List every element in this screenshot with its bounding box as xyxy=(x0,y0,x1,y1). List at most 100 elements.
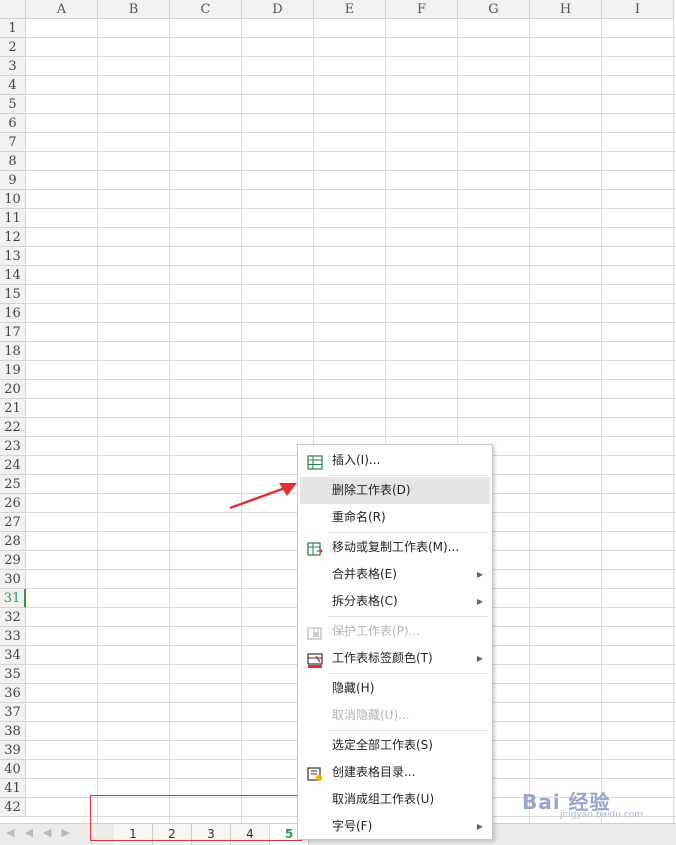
row-header-38[interactable]: 38 xyxy=(0,722,26,741)
row-header-8[interactable]: 8 xyxy=(0,152,26,171)
column-header-a[interactable]: A xyxy=(26,0,98,19)
menu-item-9: 取消隐藏(U)... xyxy=(298,702,492,729)
menu-item-label: 选定全部工作表(S) xyxy=(332,738,433,752)
sheet-context-menu: 插入(I)... 删除工作表(D) 重命名(R) 移动或复制工作表(M)... 合并表格… xyxy=(297,444,493,840)
row-header-9[interactable]: 9 xyxy=(0,171,26,190)
row-header-17[interactable]: 17 xyxy=(0,323,26,342)
tab-nav-arrows-icon[interactable]: ◀◀◀▶ xyxy=(6,826,80,839)
move-copy-sheet-icon xyxy=(307,540,323,556)
menu-item-label: 插入(I)... xyxy=(332,453,381,467)
menu-item-1[interactable]: 删除工作表(D) xyxy=(300,477,490,504)
menu-item-11[interactable]: 创建表格目录... xyxy=(298,759,492,786)
row-header-23[interactable]: 23 xyxy=(0,437,26,456)
menu-item-label: 重命名(R) xyxy=(332,510,386,524)
column-headers: ABCDEFGHI xyxy=(26,0,674,19)
row-header-6[interactable]: 6 xyxy=(0,114,26,133)
row-header-33[interactable]: 33 xyxy=(0,627,26,646)
row-headers: 1 2 3 4 5 6 7 8 9 10 11 12 13 14 15 16 17 18 19 20 21 22 23 24 2… xyxy=(0,19,26,817)
row-header-40[interactable]: 40 xyxy=(0,760,26,779)
row-header-4[interactable]: 4 xyxy=(0,76,26,95)
row-header-2[interactable]: 2 xyxy=(0,38,26,57)
menu-item-label: 移动或复制工作表(M)... xyxy=(332,540,460,554)
menu-item-13[interactable]: 字号(F) ▶ xyxy=(298,813,492,840)
row-header-24[interactable]: 24 xyxy=(0,456,26,475)
row-header-19[interactable]: 19 xyxy=(0,361,26,380)
select-all-corner[interactable] xyxy=(0,0,26,19)
row-header-25[interactable]: 25 xyxy=(0,475,26,494)
menu-item-7[interactable]: 工作表标签颜色(T) ▶ xyxy=(298,645,492,672)
row-header-39[interactable]: 39 xyxy=(0,741,26,760)
menu-separator xyxy=(328,730,488,731)
protect-sheet-icon xyxy=(307,624,323,640)
menu-separator xyxy=(328,616,488,617)
menu-item-2[interactable]: 重命名(R) xyxy=(298,504,492,531)
row-header-36[interactable]: 36 xyxy=(0,684,26,703)
insert-sheet-icon xyxy=(307,453,323,470)
row-header-29[interactable]: 29 xyxy=(0,551,26,570)
menu-item-12[interactable]: 取消成组工作表(U) xyxy=(298,786,492,813)
menu-item-label: 取消隐藏(U)... xyxy=(332,708,410,722)
menu-separator xyxy=(328,673,488,674)
menu-item-8[interactable]: 隐藏(H) xyxy=(298,675,492,702)
row-header-10[interactable]: 10 xyxy=(0,190,26,209)
annotation-arrow-icon xyxy=(229,483,297,510)
column-header-b[interactable]: B xyxy=(98,0,170,19)
menu-separator xyxy=(328,532,488,533)
watermark-url: jingyan.baidu.com xyxy=(560,810,644,820)
row-header-1[interactable]: 1 xyxy=(0,19,26,38)
column-header-i[interactable]: I xyxy=(602,0,674,19)
column-header-g[interactable]: G xyxy=(458,0,530,19)
menu-item-5[interactable]: 拆分表格(C) ▶ xyxy=(298,588,492,615)
row-header-5[interactable]: 5 xyxy=(0,95,26,114)
submenu-arrow-icon: ▶ xyxy=(476,654,483,663)
row-header-21[interactable]: 21 xyxy=(0,399,26,418)
row-header-12[interactable]: 12 xyxy=(0,228,26,247)
row-header-7[interactable]: 7 xyxy=(0,133,26,152)
menu-item-3[interactable]: 移动或复制工作表(M)... xyxy=(298,534,492,561)
menu-item-label: 取消成组工作表(U) xyxy=(332,792,435,806)
menu-item-label: 合并表格(E) xyxy=(332,567,397,581)
row-header-30[interactable]: 30 xyxy=(0,570,26,589)
row-header-26[interactable]: 26 xyxy=(0,494,26,513)
submenu-arrow-icon: ▶ xyxy=(476,822,483,831)
row-header-11[interactable]: 11 xyxy=(0,209,26,228)
row-header-35[interactable]: 35 xyxy=(0,665,26,684)
menu-item-10[interactable]: 选定全部工作表(S) xyxy=(298,732,492,759)
column-header-d[interactable]: D xyxy=(242,0,314,19)
row-header-32[interactable]: 32 xyxy=(0,608,26,627)
menu-item-label: 创建表格目录... xyxy=(332,765,416,779)
menu-item-6: 保护工作表(P)... xyxy=(298,618,492,645)
menu-item-label: 删除工作表(D) xyxy=(332,483,411,497)
row-header-31[interactable]: 31 xyxy=(0,589,26,608)
row-header-41[interactable]: 41 xyxy=(0,779,26,798)
row-header-15[interactable]: 15 xyxy=(0,285,26,304)
row-header-14[interactable]: 14 xyxy=(0,266,26,285)
row-header-13[interactable]: 13 xyxy=(0,247,26,266)
menu-item-label: 工作表标签颜色(T) xyxy=(332,651,433,665)
column-header-e[interactable]: E xyxy=(314,0,386,19)
submenu-arrow-icon: ▶ xyxy=(476,570,483,579)
row-header-22[interactable]: 22 xyxy=(0,418,26,437)
menu-separator xyxy=(328,475,488,476)
column-header-h[interactable]: H xyxy=(530,0,602,19)
menu-item-0[interactable]: 插入(I)... xyxy=(298,447,492,474)
tab-annotation-box xyxy=(90,795,302,841)
row-header-34[interactable]: 34 xyxy=(0,646,26,665)
column-header-f[interactable]: F xyxy=(386,0,458,19)
row-header-18[interactable]: 18 xyxy=(0,342,26,361)
row-header-16[interactable]: 16 xyxy=(0,304,26,323)
menu-item-label: 隐藏(H) xyxy=(332,681,375,695)
row-header-28[interactable]: 28 xyxy=(0,532,26,551)
menu-item-label: 保护工作表(P)... xyxy=(332,624,421,638)
tab-color-icon xyxy=(307,651,323,668)
submenu-arrow-icon: ▶ xyxy=(476,597,483,606)
row-header-20[interactable]: 20 xyxy=(0,380,26,399)
row-header-37[interactable]: 37 xyxy=(0,703,26,722)
row-header-3[interactable]: 3 xyxy=(0,57,26,76)
column-header-c[interactable]: C xyxy=(170,0,242,19)
create-directory-icon xyxy=(307,765,323,782)
menu-item-label: 拆分表格(C) xyxy=(332,594,398,608)
row-header-27[interactable]: 27 xyxy=(0,513,26,532)
menu-item-4[interactable]: 合并表格(E) ▶ xyxy=(298,561,492,588)
row-header-42[interactable]: 42 xyxy=(0,798,26,817)
